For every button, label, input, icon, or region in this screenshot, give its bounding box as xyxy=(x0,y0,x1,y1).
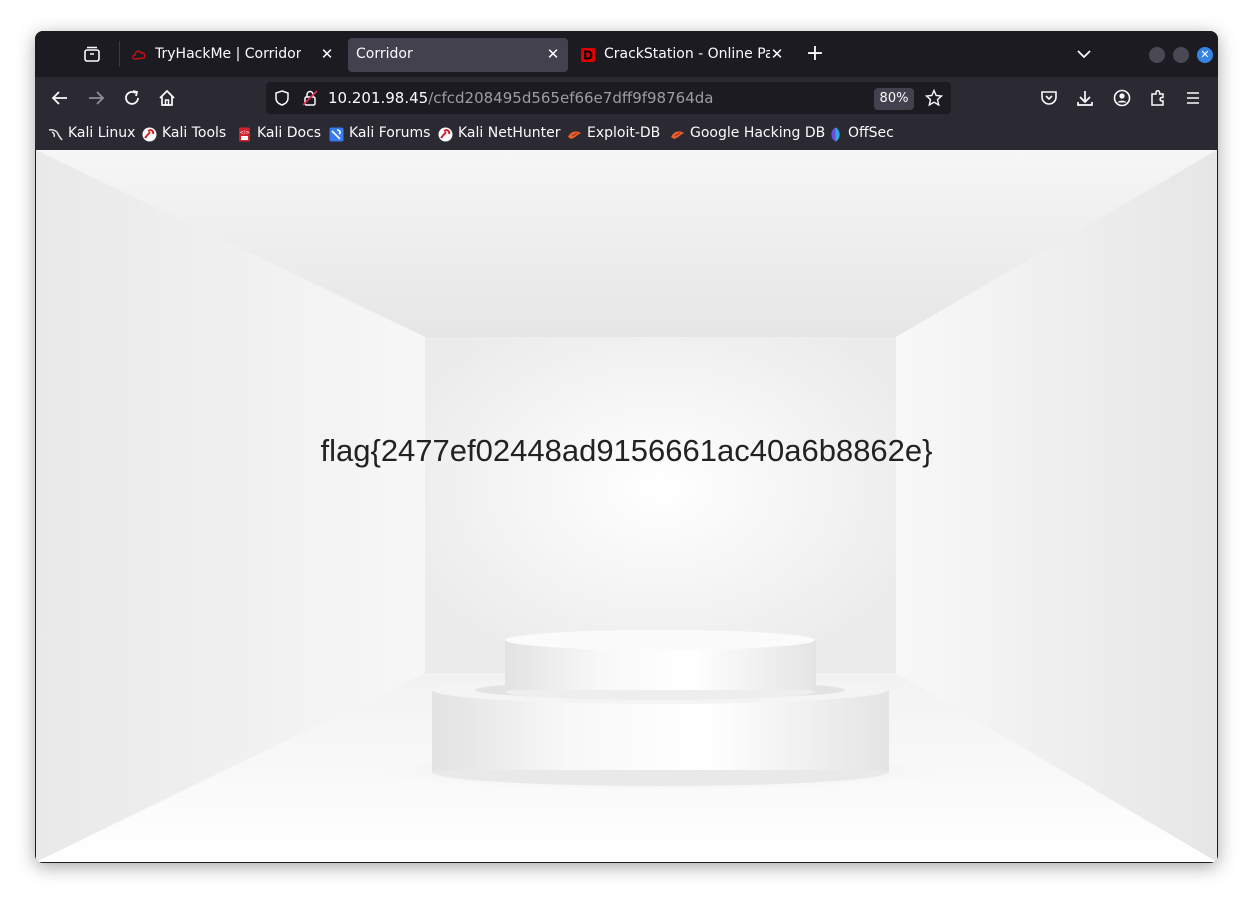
bookmarks-toolbar: Kali Linux Kali Tools </> Kali Docs Kali… xyxy=(35,119,1218,150)
url-path: /cfcd208495d565ef66e7dff9f98764da xyxy=(428,89,714,107)
flag-text: flag{2477ef02448ad9156661ac40a6b8862e} xyxy=(320,433,933,468)
bookmark-star-icon[interactable] xyxy=(925,89,943,107)
svg-text:D: D xyxy=(583,49,593,63)
reload-icon[interactable] xyxy=(122,88,142,108)
tab-separator xyxy=(119,41,120,67)
close-tab-icon[interactable]: ✕ xyxy=(545,46,561,62)
exploit-db-icon xyxy=(568,131,581,139)
back-arrow-icon[interactable] xyxy=(50,88,70,108)
forward-arrow-icon[interactable] xyxy=(86,88,106,108)
tab-label: CrackStation - Online Pas xyxy=(604,46,770,62)
downloads-icon[interactable] xyxy=(1075,88,1095,108)
tab-overview-icon[interactable] xyxy=(83,45,101,63)
home-icon[interactable] xyxy=(157,88,177,108)
crackstation-icon: D xyxy=(581,48,595,63)
url-bar[interactable]: 10.201.98.45/cfcd208495d565ef66e7dff9f98… xyxy=(266,82,951,114)
minimize-button[interactable] xyxy=(1149,47,1165,63)
tab-crackstation[interactable]: D CrackStation - Online Pas ✕ xyxy=(572,38,790,72)
url-text[interactable]: 10.201.98.45/cfcd208495d565ef66e7dff9f98… xyxy=(328,89,713,107)
tab-label: Corridor xyxy=(356,46,413,62)
maximize-button[interactable] xyxy=(1173,47,1189,63)
pocket-icon[interactable] xyxy=(1039,88,1059,108)
zoom-level-badge[interactable]: 80% xyxy=(874,88,914,110)
extensions-puzzle-icon[interactable] xyxy=(1148,88,1168,108)
list-all-tabs-chevron-icon[interactable] xyxy=(1075,45,1093,63)
kali-nethunter-icon xyxy=(438,127,453,142)
offsec-icon xyxy=(831,127,840,142)
close-tab-icon[interactable]: ✕ xyxy=(769,46,785,62)
url-host: 10.201.98.45 xyxy=(328,89,429,107)
tracking-protection-shield-icon[interactable] xyxy=(273,89,291,107)
kali-tools-icon xyxy=(142,127,157,142)
browser-window: TryHackMe | Corridor ✕ Corridor ✕ D Crac… xyxy=(35,31,1218,863)
insecure-lock-icon[interactable] xyxy=(301,89,319,107)
tab-corridor-active[interactable]: Corridor ✕ xyxy=(348,38,568,72)
tab-label: TryHackMe | Corridor xyxy=(155,46,302,62)
account-icon[interactable] xyxy=(1112,88,1132,108)
navigation-toolbar: 10.201.98.45/cfcd208495d565ef66e7dff9f98… xyxy=(35,77,1218,119)
tryhackme-cloud-icon xyxy=(132,50,146,60)
menu-hamburger-icon[interactable] xyxy=(1183,88,1203,108)
new-tab-plus-icon[interactable]: + xyxy=(805,43,825,65)
tab-tryhackme[interactable]: TryHackMe | Corridor ✕ xyxy=(123,38,345,72)
ghdb-icon xyxy=(671,131,684,139)
podium-room-background xyxy=(36,150,1217,862)
svg-text:</>: </> xyxy=(239,130,249,136)
page-content: flag{2477ef02448ad9156661ac40a6b8862e} xyxy=(36,150,1217,862)
kali-docs-icon: </> xyxy=(239,127,250,142)
close-window-button[interactable]: ✕ xyxy=(1197,47,1213,63)
tab-strip: TryHackMe | Corridor ✕ Corridor ✕ D Crac… xyxy=(35,31,1218,77)
kali-forums-icon xyxy=(329,127,344,142)
close-tab-icon[interactable]: ✕ xyxy=(319,46,335,62)
kali-dragon-icon xyxy=(48,129,63,141)
